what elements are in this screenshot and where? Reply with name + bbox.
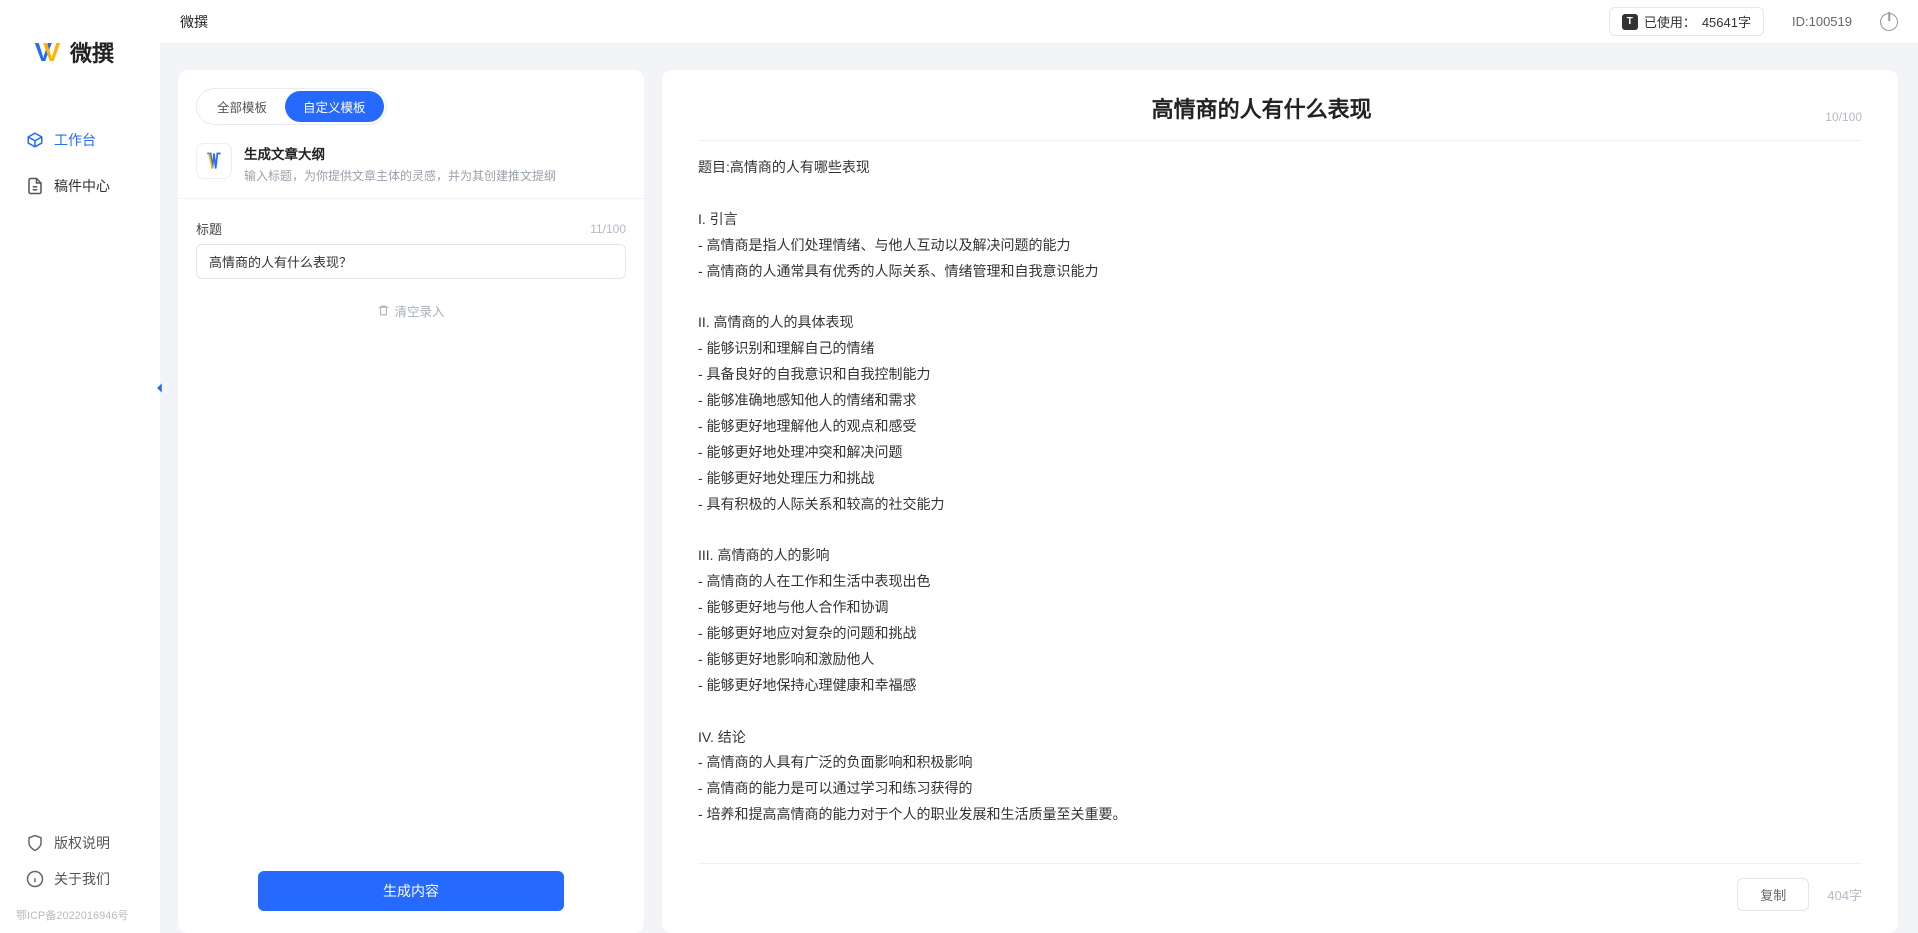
page-title: 微撰 (180, 12, 208, 32)
usage-badge[interactable]: T 已使用： 45641字 (1609, 7, 1764, 36)
workbench-icon (26, 131, 44, 149)
template-title: 生成文章大纲 (244, 143, 556, 163)
usage-value: 45641字 (1702, 12, 1751, 31)
article-title: 高情商的人有什么表现 (698, 92, 1825, 124)
document-icon (26, 177, 44, 195)
app-logo: VV 微撰 (0, 0, 160, 68)
sidebar-item-label: 版权说明 (54, 833, 110, 853)
logo-icon: VV (30, 36, 62, 68)
sidebar-item-copyright[interactable]: 版权说明 (16, 825, 144, 861)
main: 全部模板 自定义模板 生成文章大纲 输入标题，为你提供文章主体的灵感，并为其创建… (178, 70, 1898, 933)
icp-record: 鄂ICP备2022016946号 (0, 901, 160, 933)
clear-button[interactable]: 清空录入 (196, 301, 626, 320)
title-input[interactable] (196, 244, 626, 279)
generate-button[interactable]: 生成内容 (258, 871, 564, 911)
text-badge-icon: T (1622, 14, 1638, 30)
sidebar-collapse-handle[interactable] (150, 378, 170, 398)
template-icon (196, 143, 232, 179)
sidebar: VV 微撰 工作台 稿件中心 版权说明 关于我们 (0, 0, 160, 933)
title-label: 标题 (196, 219, 222, 238)
header: 微撰 T 已使用： 45641字 ID:100519 (160, 0, 1918, 44)
article-body: 题目:高情商的人有哪些表现 I. 引言 - 高情商是指人们处理情绪、与他人互动以… (698, 155, 1862, 857)
trash-icon (377, 304, 390, 317)
sidebar-item-workbench[interactable]: 工作台 (16, 122, 144, 158)
left-panel: 全部模板 自定义模板 生成文章大纲 输入标题，为你提供文章主体的灵感，并为其创建… (178, 70, 644, 933)
title-char-count: 10/100 (1825, 110, 1862, 124)
sidebar-bottom: 版权说明 关于我们 (0, 825, 160, 901)
template-desc: 输入标题，为你提供文章主体的灵感，并为其创建推文提纲 (244, 167, 556, 184)
sidebar-item-label: 工作台 (54, 130, 96, 150)
title-counter: 11/100 (590, 222, 626, 236)
logo-text: 微撰 (70, 36, 114, 68)
sidebar-item-drafts[interactable]: 稿件中心 (16, 168, 144, 204)
tab-custom-templates[interactable]: 自定义模板 (285, 91, 384, 122)
template-tabs: 全部模板 自定义模板 (196, 88, 387, 125)
sidebar-item-label: 关于我们 (54, 869, 110, 889)
tab-all-templates[interactable]: 全部模板 (199, 91, 285, 122)
usage-label: 已使用： (1644, 12, 1696, 31)
sidebar-item-about[interactable]: 关于我们 (16, 861, 144, 897)
word-count: 404字 (1827, 885, 1862, 904)
copy-button[interactable]: 复制 (1737, 878, 1809, 911)
template-card: 生成文章大纲 输入标题，为你提供文章主体的灵感，并为其创建推文提纲 (178, 143, 644, 199)
info-icon (26, 870, 44, 888)
sidebar-item-label: 稿件中心 (54, 176, 110, 196)
user-id: ID:100519 (1792, 14, 1852, 29)
power-icon[interactable] (1880, 13, 1898, 31)
shield-icon (26, 834, 44, 852)
sidebar-nav: 工作台 稿件中心 (0, 122, 160, 204)
right-panel: 高情商的人有什么表现 10/100 题目:高情商的人有哪些表现 I. 引言 - … (662, 70, 1898, 933)
